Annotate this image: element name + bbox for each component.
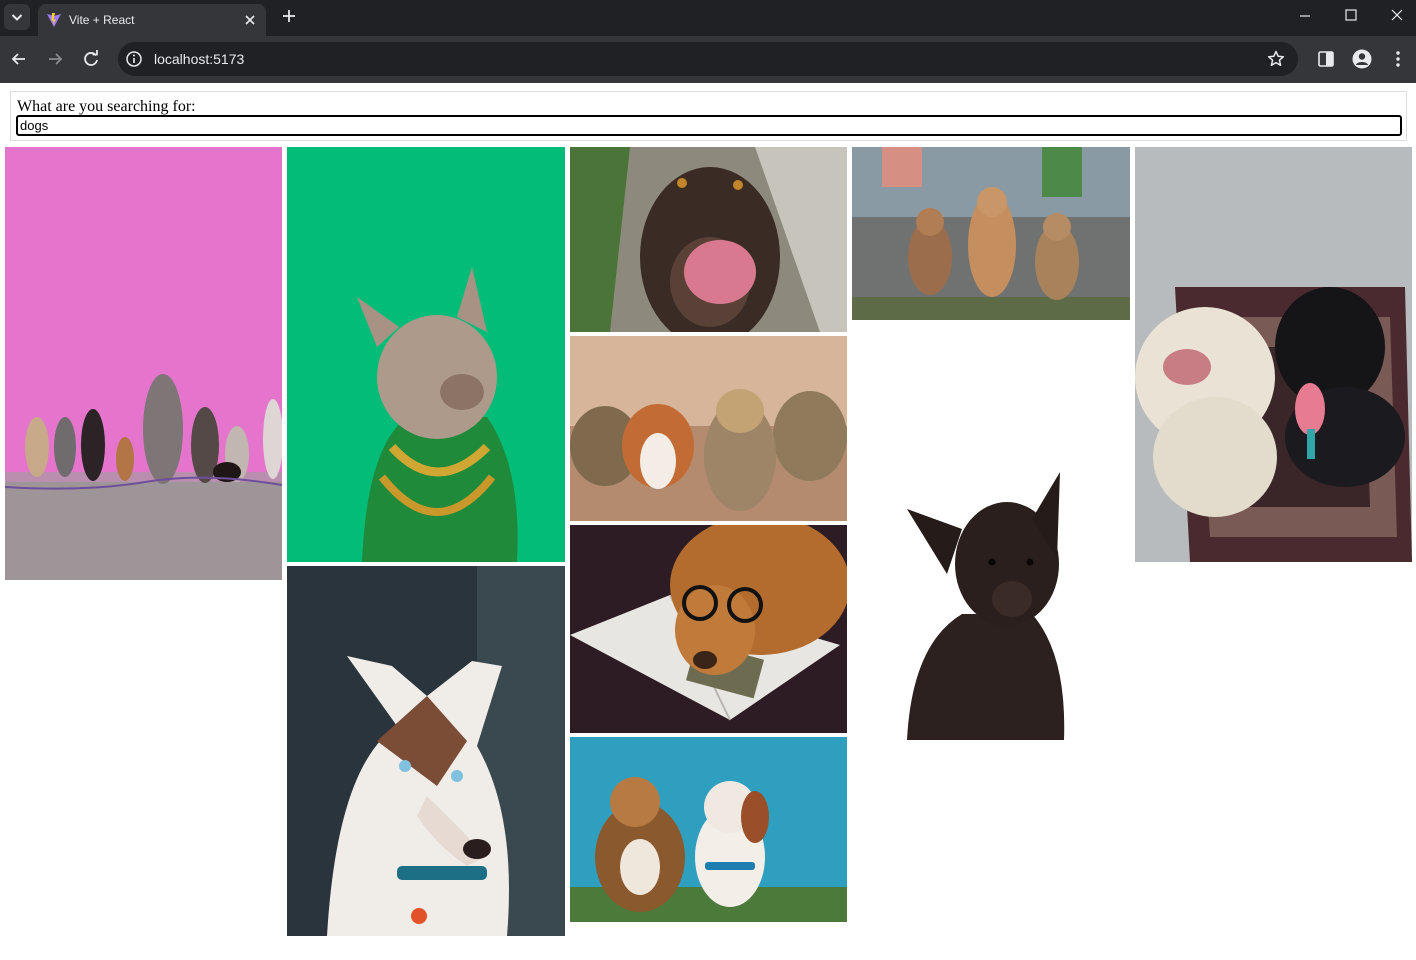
search-label: What are you searching for: <box>17 98 196 115</box>
puppies-photo <box>852 147 1130 320</box>
dog-glasses-photo <box>570 525 847 733</box>
photo-white-and-black-dog-rug[interactable] <box>1135 147 1412 562</box>
tab-strip: Vite + React <box>0 0 1416 36</box>
photo-black-dog-white[interactable] <box>852 324 1130 740</box>
browser-tab[interactable]: Vite + React <box>38 4 266 36</box>
photo-french-bulldog-green[interactable] <box>287 147 565 562</box>
dogs-lineup-photo <box>5 147 282 580</box>
url-text: localhost:5173 <box>154 51 245 67</box>
search-input[interactable] <box>16 115 1402 136</box>
black-dog-photo <box>852 324 1130 740</box>
vite-logo-icon <box>47 13 61 27</box>
labrador-photo <box>570 147 847 332</box>
maximize-icon[interactable] <box>1328 0 1374 32</box>
photo-two-dogs-sky[interactable] <box>570 737 847 922</box>
minimize-icon[interactable] <box>1282 0 1328 32</box>
french-bulldog-photo <box>287 147 565 562</box>
chevron-down-icon <box>11 14 23 21</box>
reload-icon[interactable] <box>78 46 104 72</box>
address-bar[interactable]: localhost:5173 <box>118 42 1298 76</box>
side-panel-icon[interactable] <box>1315 48 1337 70</box>
photo-dogs-pink-wall[interactable] <box>5 147 282 580</box>
search-form: What are you searching for: <box>10 91 1407 141</box>
photo-husky[interactable] <box>287 566 565 936</box>
tab-title: Vite + React <box>69 13 135 27</box>
bookmark-star-icon[interactable] <box>1266 49 1286 69</box>
husky-photo <box>287 566 565 936</box>
site-info-icon[interactable] <box>124 49 144 69</box>
kebab-menu-icon[interactable] <box>1387 48 1409 70</box>
back-arrow-icon[interactable] <box>6 46 32 72</box>
dogs-sky-photo <box>570 737 847 922</box>
new-tab-plus-icon[interactable] <box>278 5 300 27</box>
tab-search-button[interactable] <box>4 4 30 30</box>
dogs-rug-photo <box>1135 147 1412 562</box>
photo-labrador-tongue[interactable] <box>570 147 847 332</box>
photo-corgi-yorkie-running[interactable] <box>570 336 847 521</box>
photo-dog-glasses-magazine[interactable] <box>570 525 847 733</box>
running-dogs-photo <box>570 336 847 521</box>
browser-toolbar: localhost:5173 <box>0 36 1416 83</box>
forward-arrow-icon[interactable] <box>42 46 68 72</box>
window-close-icon[interactable] <box>1374 0 1416 32</box>
close-icon[interactable] <box>240 10 260 30</box>
profile-avatar-icon[interactable] <box>1351 48 1373 70</box>
photo-three-puppies[interactable] <box>852 147 1130 320</box>
